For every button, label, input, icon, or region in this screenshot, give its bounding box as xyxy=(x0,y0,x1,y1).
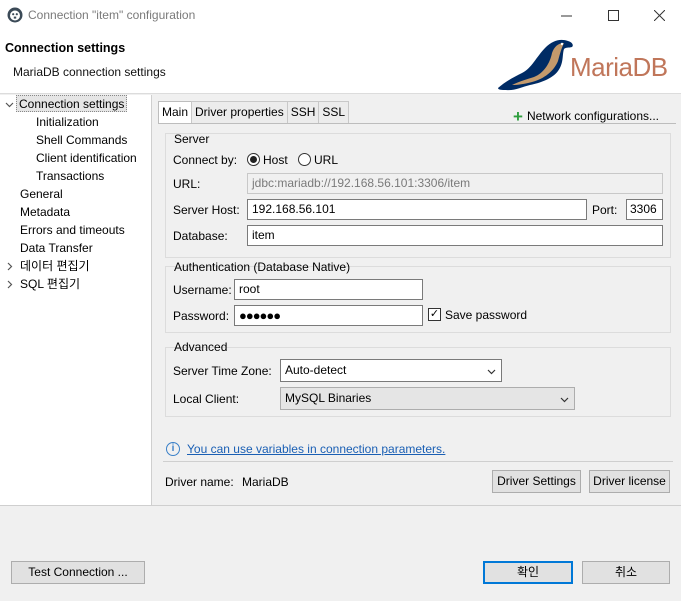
driver-name-label: Driver name: xyxy=(165,475,234,489)
tree-item-metadata[interactable]: Metadata xyxy=(20,204,70,221)
authentication-group-title: Authentication (Database Native) xyxy=(174,260,351,274)
database-field[interactable]: item xyxy=(247,225,663,246)
database-label: Database: xyxy=(173,229,228,243)
local-client-select[interactable]: MySQL Binaries xyxy=(280,387,575,410)
tab-ssh[interactable]: SSH xyxy=(286,101,320,123)
connect-by-label: Connect by: xyxy=(173,153,238,167)
local-client-label: Local Client: xyxy=(173,392,240,406)
tree-item-shell-commands[interactable]: Shell Commands xyxy=(36,132,127,149)
tree-item-sql-editor[interactable]: SQL 편집기 xyxy=(20,276,80,293)
save-password-label[interactable]: Save password xyxy=(445,308,527,322)
tree-item-errors-and-timeouts[interactable]: Errors and timeouts xyxy=(20,222,125,239)
chevron-down-icon[interactable] xyxy=(5,96,15,113)
ok-button[interactable]: 확인 xyxy=(483,561,573,584)
window-title: Connection "item" configuration xyxy=(28,8,196,22)
test-connection-button[interactable]: Test Connection ... xyxy=(11,561,145,584)
tab-driver-properties[interactable]: Driver properties xyxy=(191,101,288,123)
tab-main[interactable]: Main xyxy=(158,101,193,124)
tree-item-general[interactable]: General xyxy=(20,186,63,203)
password-label: Password: xyxy=(173,309,230,323)
settings-tree: Connection settings Initialization Shell… xyxy=(0,95,152,505)
mariadb-logo-text: MariaDB xyxy=(570,52,668,82)
host-option-label[interactable]: Host xyxy=(263,153,288,167)
close-button[interactable] xyxy=(636,0,681,31)
network-configurations-button[interactable]: + Network configurations... xyxy=(513,105,659,126)
divider xyxy=(163,461,673,462)
page-title: Connection settings xyxy=(5,41,126,55)
cancel-button[interactable]: 취소 xyxy=(582,561,670,584)
driver-settings-button[interactable]: Driver Settings xyxy=(492,470,581,493)
port-field[interactable]: 3306 xyxy=(626,199,663,220)
tab-ssl[interactable]: SSL xyxy=(318,101,350,123)
server-time-zone-value: Auto-detect xyxy=(285,363,347,377)
footer-divider xyxy=(0,505,681,506)
maximize-button[interactable] xyxy=(590,0,636,31)
tree-item-initialization[interactable]: Initialization xyxy=(36,114,99,131)
page-subtitle: MariaDB connection settings xyxy=(13,65,166,79)
connection-panel: Main Driver properties SSH SSL + Network … xyxy=(153,95,681,505)
password-field[interactable]: ●●●●●● xyxy=(234,305,423,326)
url-option-label[interactable]: URL xyxy=(314,153,338,167)
driver-name-value: MariaDB xyxy=(242,475,289,489)
info-icon: i xyxy=(166,442,180,456)
minimize-button[interactable] xyxy=(543,0,589,31)
tree-item-client-identification[interactable]: Client identification xyxy=(36,150,137,167)
server-time-zone-select[interactable]: Auto-detect xyxy=(280,359,502,382)
tab-bar: Main Driver properties SSH SSL xyxy=(158,101,350,124)
chevron-down-icon xyxy=(487,360,496,384)
url-label: URL: xyxy=(173,177,201,191)
maximize-icon xyxy=(607,10,619,21)
save-password-checkbox[interactable]: ✓ xyxy=(428,308,441,321)
port-label: Port: xyxy=(592,203,618,217)
network-configurations-label: Network configurations... xyxy=(526,109,659,123)
server-group-title: Server xyxy=(174,132,210,146)
chevron-right-icon[interactable] xyxy=(5,258,15,275)
chevron-right-icon[interactable] xyxy=(5,276,15,293)
tree-item-transactions[interactable]: Transactions xyxy=(36,168,104,185)
title-bar: Connection "item" configuration xyxy=(0,0,681,31)
host-radio[interactable] xyxy=(247,153,260,166)
tree-item-data-transfer[interactable]: Data Transfer xyxy=(20,240,93,257)
driver-license-button[interactable]: Driver license xyxy=(589,470,670,493)
main-tab-content: Server Connect by: Host URL URL: jdbc:ma… xyxy=(158,123,676,493)
username-label: Username: xyxy=(173,283,232,297)
tree-item-data-editor[interactable]: 데이터 편집기 xyxy=(20,258,90,275)
chevron-down-icon xyxy=(560,388,569,412)
url-field[interactable]: jdbc:mariadb://192.168.56.101:3306/item xyxy=(247,173,663,194)
url-radio[interactable] xyxy=(298,153,311,166)
close-icon xyxy=(653,10,665,21)
advanced-group-title: Advanced xyxy=(174,340,228,354)
variables-help-link[interactable]: You can use variables in connection para… xyxy=(187,442,445,456)
local-client-value: MySQL Binaries xyxy=(285,391,372,405)
dbeaver-app-icon xyxy=(7,7,23,23)
tree-item-connection-settings[interactable]: Connection settings xyxy=(16,95,128,112)
server-host-field[interactable]: 192.168.56.101 xyxy=(247,199,587,220)
server-host-label: Server Host: xyxy=(173,203,240,217)
minimize-icon xyxy=(560,15,572,17)
username-field[interactable]: root xyxy=(234,279,423,300)
server-time-zone-label: Server Time Zone: xyxy=(173,364,272,378)
dialog-header: Connection settings MariaDB connection s… xyxy=(0,31,681,94)
